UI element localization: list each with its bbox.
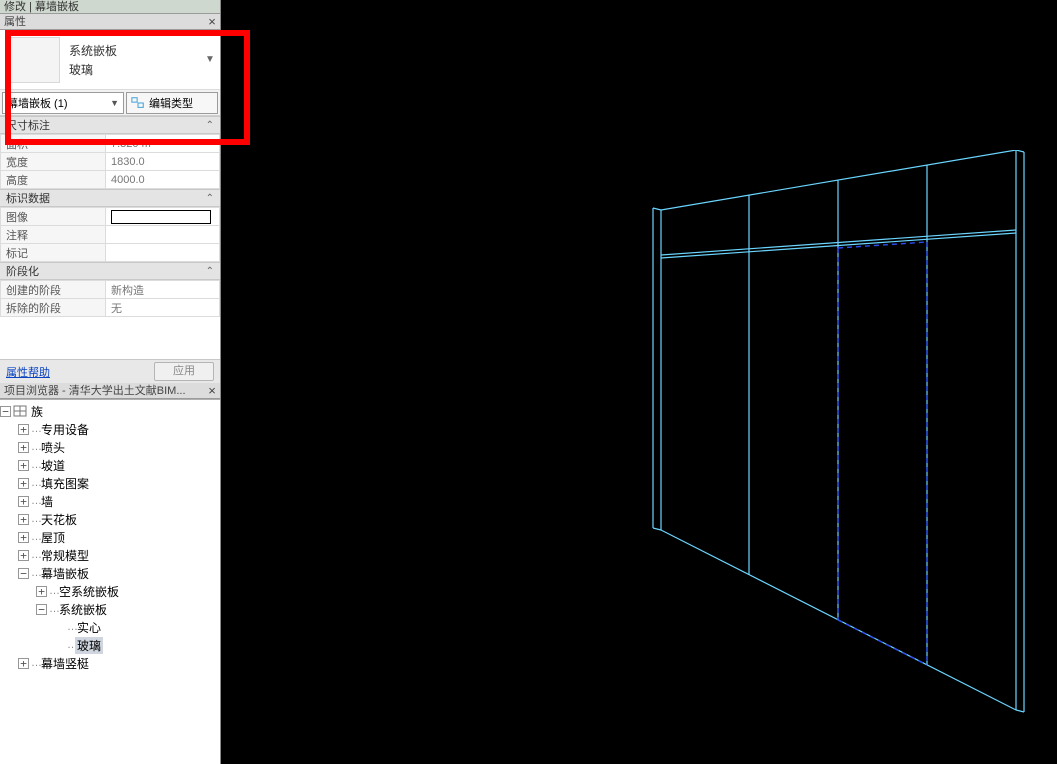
type-thumbnail bbox=[5, 37, 60, 83]
ribbon-context-tab: 修改 | 幕墙嵌板 bbox=[0, 0, 220, 14]
prop-value: 新构造 bbox=[106, 281, 220, 299]
prop-value[interactable] bbox=[106, 226, 220, 244]
apply-button[interactable]: 应用 bbox=[154, 362, 214, 381]
tree-label: 族 bbox=[29, 403, 45, 420]
type-selector[interactable]: 系统嵌板 玻璃 ▼ bbox=[0, 30, 220, 90]
prop-value: 无 bbox=[106, 299, 220, 317]
prop-key: 创建的阶段 bbox=[1, 281, 106, 299]
expand-icon[interactable]: + bbox=[36, 586, 47, 597]
type-family-label: 系统嵌板 bbox=[69, 42, 200, 59]
collapse-icon[interactable]: − bbox=[18, 568, 29, 579]
tree-node[interactable]: +…天花板 bbox=[18, 510, 220, 528]
tree-label: 墙 bbox=[39, 493, 55, 510]
tree-label: 屋顶 bbox=[39, 529, 67, 546]
tree-node[interactable]: +…填充图案 bbox=[18, 474, 220, 492]
tree-node[interactable]: +…幕墙竖梃 bbox=[18, 654, 220, 672]
prop-value: 7.320 m² bbox=[106, 135, 220, 153]
prop-key: 高度 bbox=[1, 171, 106, 189]
prop-table-identity: 图像 注释 标记 bbox=[0, 207, 220, 262]
tree-node-families[interactable]: − 族 bbox=[0, 402, 220, 420]
group-label: 标识数据 bbox=[6, 190, 50, 206]
group-header-phasing[interactable]: 阶段化 ⌃ bbox=[0, 262, 220, 280]
tree-node-curtain-panel[interactable]: −…幕墙嵌板 bbox=[18, 564, 220, 582]
tree-node[interactable]: +…坡道 bbox=[18, 456, 220, 474]
project-browser-title: 项目浏览器 - 清华大学出土文献BIM... × bbox=[0, 383, 220, 399]
tree-label: 幕墙竖梃 bbox=[39, 655, 91, 672]
tree-label: 实心 bbox=[75, 619, 103, 636]
collapse-icon[interactable]: − bbox=[36, 604, 47, 615]
prop-value: 4000.0 bbox=[106, 171, 220, 189]
expand-icon[interactable]: + bbox=[18, 550, 29, 561]
prop-value: 1830.0 bbox=[106, 153, 220, 171]
prop-value[interactable] bbox=[106, 208, 220, 226]
tree-leaf[interactable]: …实心 bbox=[54, 618, 220, 636]
expand-icon[interactable]: + bbox=[18, 478, 29, 489]
tree-label: 空系统嵌板 bbox=[57, 583, 121, 600]
3d-viewport[interactable] bbox=[221, 0, 1057, 764]
family-icon bbox=[13, 405, 27, 417]
instance-filter-dropdown[interactable]: 幕墙嵌板 (1) ▼ bbox=[2, 92, 124, 114]
tree-label: 喷头 bbox=[39, 439, 67, 456]
tree-label: 系统嵌板 bbox=[57, 601, 109, 618]
collapse-icon[interactable]: − bbox=[0, 406, 11, 417]
tree-label: 填充图案 bbox=[39, 475, 91, 492]
curtain-wall-model bbox=[651, 150, 1057, 764]
edit-type-button[interactable]: 编辑类型 bbox=[126, 92, 218, 114]
prop-table-phasing: 创建的阶段 新构造 拆除的阶段 无 bbox=[0, 280, 220, 317]
tree-node[interactable]: +…屋顶 bbox=[18, 528, 220, 546]
group-label: 尺寸标注 bbox=[6, 117, 50, 133]
tree-label: 天花板 bbox=[39, 511, 79, 528]
expand-icon[interactable]: + bbox=[18, 496, 29, 507]
prop-key: 宽度 bbox=[1, 153, 106, 171]
expand-icon[interactable]: + bbox=[18, 424, 29, 435]
expand-icon[interactable]: + bbox=[18, 442, 29, 453]
tree-label: 专用设备 bbox=[39, 421, 91, 438]
group-header-identity[interactable]: 标识数据 ⌃ bbox=[0, 189, 220, 207]
prop-key: 标记 bbox=[1, 244, 106, 262]
project-browser-label: 项目浏览器 - 清华大学出土文献BIM... bbox=[4, 383, 186, 399]
expand-icon[interactable]: + bbox=[18, 658, 29, 669]
collapse-icon[interactable]: ⌃ bbox=[206, 266, 214, 277]
edit-type-label: 编辑类型 bbox=[149, 95, 193, 111]
edit-type-icon bbox=[131, 96, 145, 110]
properties-panel-title: 属性 × bbox=[0, 14, 220, 30]
tree-node[interactable]: +…专用设备 bbox=[18, 420, 220, 438]
close-icon[interactable]: × bbox=[204, 14, 220, 30]
expand-icon[interactable]: + bbox=[18, 514, 29, 525]
close-icon[interactable]: × bbox=[204, 383, 220, 399]
image-input[interactable] bbox=[111, 210, 211, 224]
tree-leaf-selected[interactable]: …玻璃 bbox=[54, 636, 220, 654]
type-name-label: 玻璃 bbox=[69, 61, 200, 78]
prop-table-dimensions: 面积 7.320 m² 宽度 1830.0 高度 4000.0 bbox=[0, 134, 220, 189]
tree-label: 常规模型 bbox=[39, 547, 91, 564]
tree-label: 坡道 bbox=[39, 457, 67, 474]
tree-label: 玻璃 bbox=[75, 637, 103, 654]
expand-icon[interactable]: + bbox=[18, 460, 29, 471]
instance-filter-label: 幕墙嵌板 (1) bbox=[7, 95, 68, 111]
prop-key: 拆除的阶段 bbox=[1, 299, 106, 317]
group-label: 阶段化 bbox=[6, 263, 39, 279]
project-browser-tree[interactable]: − 族 +…专用设备 +…喷头 +…坡道 +…填充图案 +…墙 +…天花板 +…… bbox=[0, 399, 220, 764]
collapse-icon[interactable]: ⌃ bbox=[206, 120, 214, 131]
properties-title-label: 属性 bbox=[4, 14, 26, 30]
prop-key: 图像 bbox=[1, 208, 106, 226]
prop-key: 注释 bbox=[1, 226, 106, 244]
chevron-down-icon: ▼ bbox=[110, 98, 119, 108]
group-header-dimensions[interactable]: 尺寸标注 ⌃ bbox=[0, 116, 220, 134]
tree-node[interactable]: +…喷头 bbox=[18, 438, 220, 456]
properties-spacer bbox=[0, 317, 220, 359]
tree-label: 幕墙嵌板 bbox=[39, 565, 91, 582]
tree-node[interactable]: +…常规模型 bbox=[18, 546, 220, 564]
properties-help-link[interactable]: 属性帮助 bbox=[6, 364, 50, 380]
tree-node-system-panel[interactable]: −…系统嵌板 bbox=[36, 600, 220, 618]
tree-node[interactable]: +…墙 bbox=[18, 492, 220, 510]
collapse-icon[interactable]: ⌃ bbox=[206, 193, 214, 204]
tree-node[interactable]: +…空系统嵌板 bbox=[36, 582, 220, 600]
expand-icon[interactable]: + bbox=[18, 532, 29, 543]
prop-value[interactable] bbox=[106, 244, 220, 262]
chevron-down-icon[interactable]: ▼ bbox=[200, 30, 220, 90]
prop-key: 面积 bbox=[1, 135, 106, 153]
